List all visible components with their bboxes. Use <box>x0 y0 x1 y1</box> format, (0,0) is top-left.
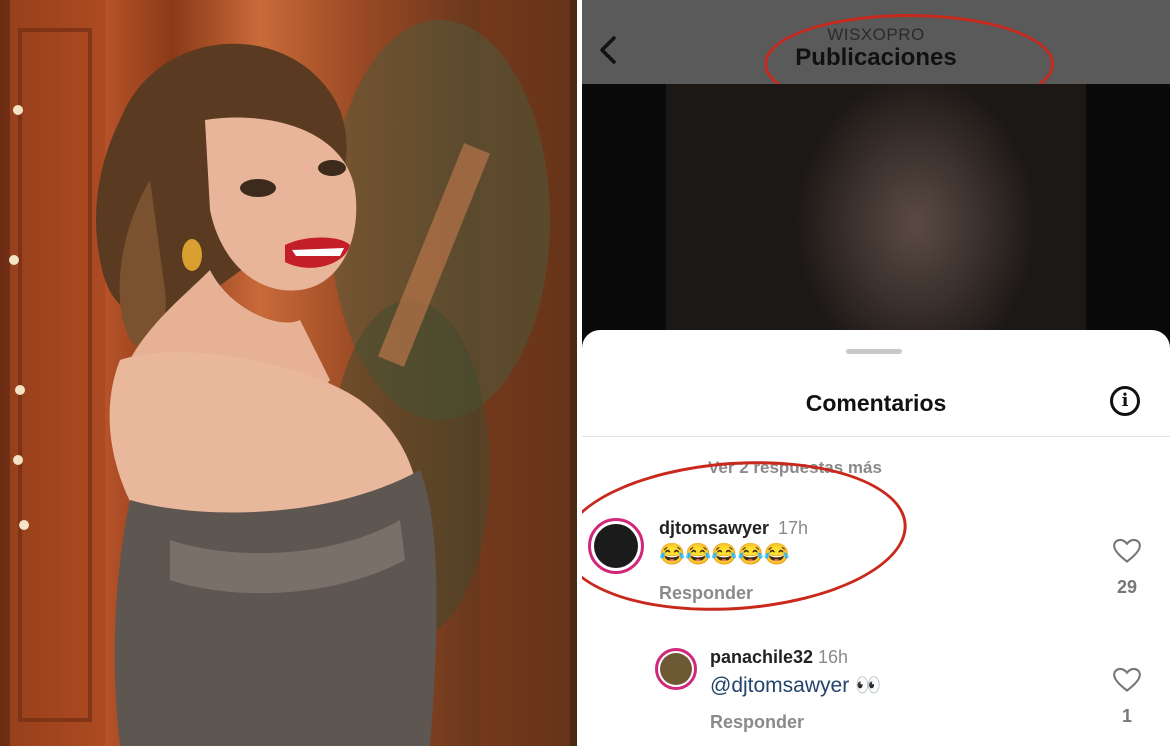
avatar[interactable] <box>655 648 697 690</box>
heart-icon[interactable] <box>1113 667 1141 693</box>
comment-text: @djtomsawyer 👀 <box>710 674 881 698</box>
avatar-image <box>660 653 692 685</box>
comment-time: 16h <box>818 647 849 667</box>
reply-button[interactable]: Responder <box>710 712 804 733</box>
like-count: 1 <box>1121 706 1132 726</box>
comments-title: Comentarios <box>805 390 947 416</box>
drag-handle[interactable] <box>846 349 902 354</box>
info-icon[interactable]: i <box>1110 386 1140 416</box>
post-video[interactable] <box>582 84 1170 344</box>
left-photo <box>0 0 577 746</box>
video-frame <box>666 84 1086 344</box>
mention-link[interactable]: @djtomsawyer <box>710 674 849 697</box>
like-count: 29 <box>1116 577 1138 597</box>
divider <box>582 436 1170 437</box>
comment-emoji: 👀 <box>849 674 882 697</box>
top-bar: WISXOPRO Publicaciones <box>582 0 1170 114</box>
heart-icon[interactable] <box>1113 538 1141 564</box>
comment-username[interactable]: panachile32 <box>710 647 813 668</box>
woman-portrait-photo <box>9 0 570 746</box>
instagram-app: WISXOPRO Publicaciones Comentarios i Ver… <box>582 0 1170 746</box>
comments-sheet: Comentarios i Ver 2 respuestas más djtom… <box>582 330 1170 746</box>
